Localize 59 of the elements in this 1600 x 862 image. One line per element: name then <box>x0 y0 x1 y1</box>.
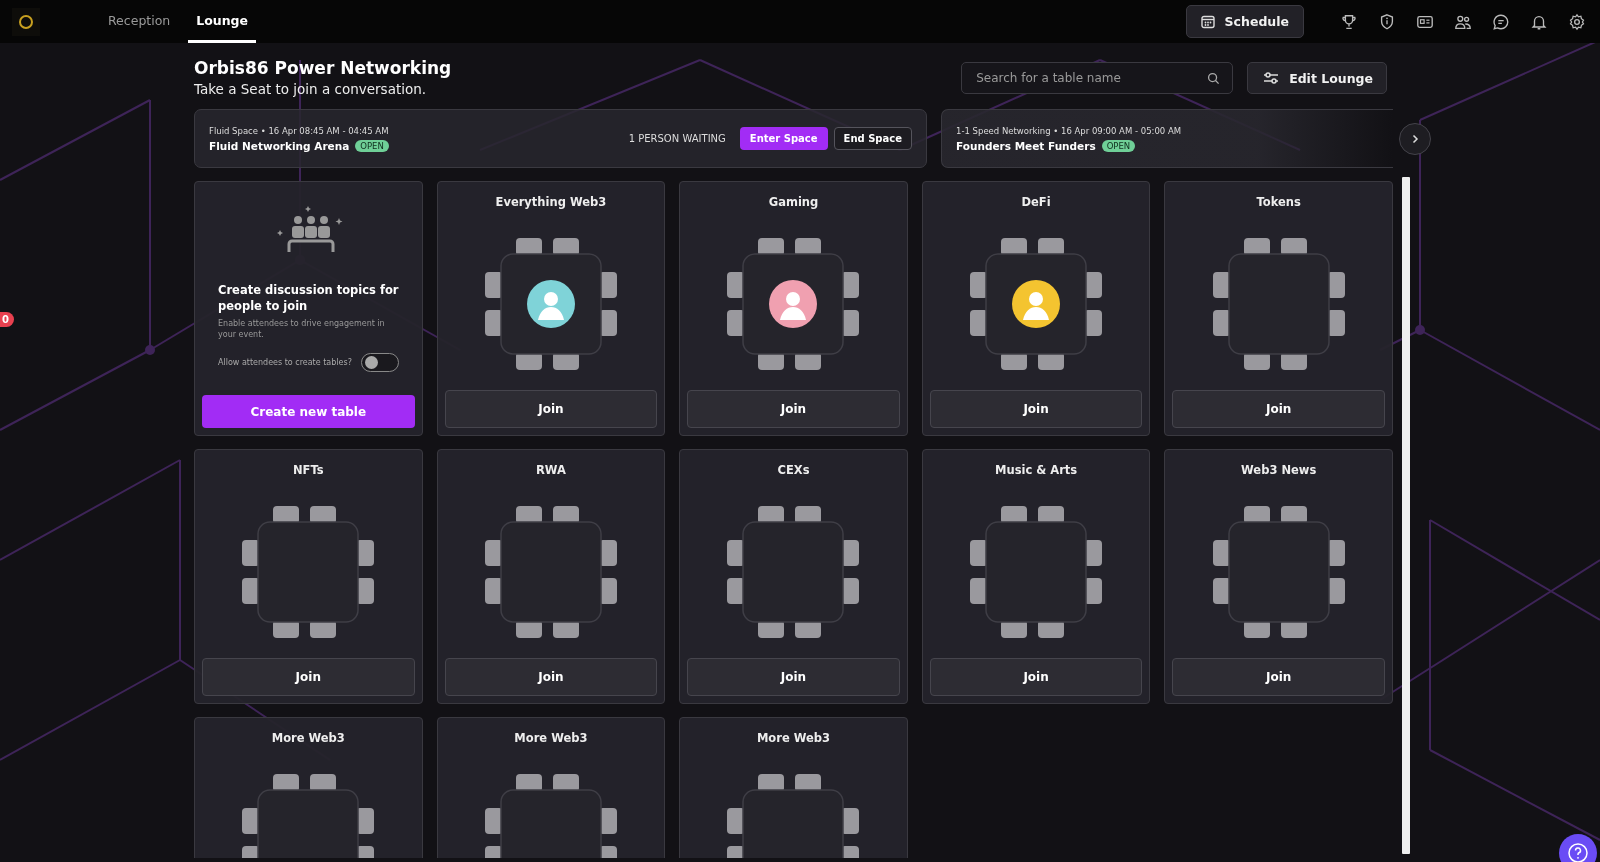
logo[interactable] <box>12 7 40 36</box>
create-description: Enable attendees to drive engagement in your event. <box>218 319 386 340</box>
table-name: NFTs <box>292 463 324 477</box>
nav-tab[interactable]: Reception <box>100 0 179 43</box>
join-button[interactable]: Join <box>202 658 415 696</box>
shield-icon[interactable] <box>1378 12 1396 31</box>
sliders-icon <box>1263 71 1280 85</box>
page-subtitle: Take a Seat to join a conversation. <box>194 81 428 97</box>
event-name: Founders Meet Funders <box>956 139 1096 152</box>
toggle-switch[interactable] <box>360 352 399 372</box>
join-button[interactable]: Join <box>929 390 1143 428</box>
table-name: Music & Arts <box>995 463 1078 477</box>
count-badge: 0 <box>0 312 14 327</box>
table-name: Everything Web3 <box>495 195 607 209</box>
calendar-icon <box>1200 14 1215 29</box>
avatar[interactable] <box>526 280 575 328</box>
create-title: Create discussion topics for people to join <box>218 282 399 315</box>
join-button[interactable]: Join <box>1172 390 1385 428</box>
end-space-button[interactable]: End Space <box>833 127 912 150</box>
scrollbar[interactable] <box>1402 177 1410 854</box>
edit-lounge-button[interactable]: Edit Lounge <box>1247 62 1387 94</box>
nav-tab[interactable]: Lounge <box>188 0 257 43</box>
table-name: CEXs <box>777 463 810 477</box>
toggle-label: Allow attendees to create tables? <box>218 357 352 367</box>
join-button[interactable]: Join <box>687 658 900 696</box>
event-meta: 1-1 Speed Networking • 16 Apr 09:00 AM - 05:00 AM <box>956 125 1183 136</box>
next-button[interactable] <box>1399 123 1431 155</box>
trophy-icon[interactable] <box>1340 12 1358 31</box>
join-button[interactable]: Join <box>929 658 1143 696</box>
avatar[interactable] <box>769 280 818 328</box>
join-button[interactable]: Join <box>444 658 658 696</box>
help-icon <box>1567 842 1589 862</box>
join-button[interactable]: Join <box>687 390 900 428</box>
table-name: More Web3 <box>271 731 345 745</box>
join-button[interactable]: Join <box>1172 658 1385 696</box>
join-button[interactable]: Join <box>444 390 658 428</box>
table-name: DeFi <box>1021 195 1051 209</box>
chat-icon[interactable] <box>1492 12 1510 31</box>
page-title: Orbis86 Power Networking <box>194 58 453 78</box>
chevron-right-icon <box>1410 134 1420 144</box>
status-badge: OPEN <box>1101 139 1136 152</box>
table-name: Gaming <box>768 195 819 209</box>
avatar[interactable] <box>1012 280 1061 328</box>
schedule-button[interactable]: Schedule <box>1185 5 1304 38</box>
event-meta: Fluid Space • 16 Apr 08:45 AM - 04:45 AM <box>209 125 390 136</box>
table-name: More Web3 <box>514 731 588 745</box>
event-name: Fluid Networking Arena <box>209 139 350 152</box>
enter-space-button[interactable]: Enter Space <box>739 127 828 150</box>
waiting-count: 1 PERSON WAITING <box>628 133 726 144</box>
table-name: Tokens <box>1256 195 1301 209</box>
table-name: RWA <box>535 463 566 477</box>
table-name: Web3 News <box>1241 463 1317 477</box>
settings-icon[interactable] <box>1568 12 1586 31</box>
search-icon <box>1207 72 1221 85</box>
help-button[interactable] <box>1559 834 1597 862</box>
create-table-button[interactable]: Create new table <box>202 395 415 428</box>
status-badge: OPEN <box>355 139 389 152</box>
search-field[interactable]: Search for a table name <box>961 62 1234 94</box>
table-name: More Web3 <box>756 731 831 745</box>
